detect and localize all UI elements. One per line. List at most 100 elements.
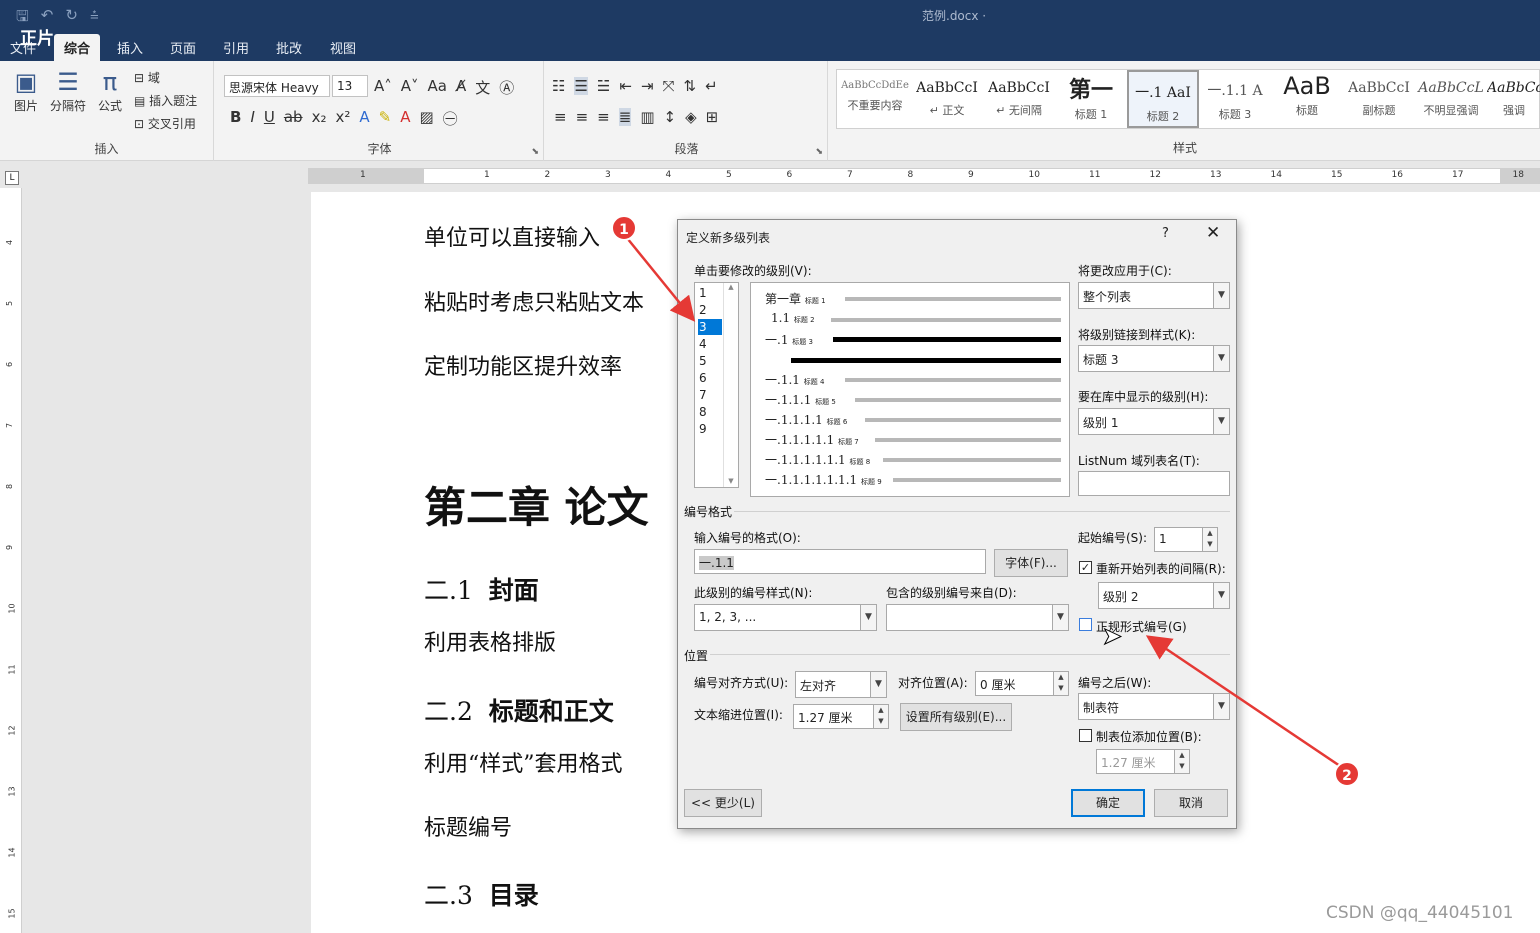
sort-icon[interactable]: ⇅: [684, 77, 697, 95]
style-item[interactable]: AaBbCcL 不明显强调: [1415, 70, 1487, 128]
font-dialog-launcher-icon[interactable]: ⬊: [531, 147, 539, 157]
borders-icon[interactable]: ⊞: [706, 108, 719, 126]
formula-button[interactable]: π 公式: [94, 67, 126, 114]
style-item[interactable]: AaBbCcDdEe 不重要内容: [839, 70, 911, 128]
font-button[interactable]: 字体(F)...: [994, 549, 1068, 577]
level-item[interactable]: 7: [698, 387, 722, 403]
doc-heading-2[interactable]: 二.2 标题和正文: [424, 692, 614, 728]
doc-paragraph[interactable]: 利用表格排版: [424, 625, 556, 657]
include-level-dropdown[interactable]: ▼: [886, 604, 1069, 631]
increase-indent-icon[interactable]: ⇥: [641, 77, 654, 95]
style-item[interactable]: AaBbCcI ↵ 无间隔: [983, 70, 1055, 128]
style-item[interactable]: AaB 标题: [1271, 70, 1343, 128]
style-item[interactable]: 第一 标题 1: [1055, 70, 1127, 128]
field-button[interactable]: ⊟ 域: [134, 69, 160, 86]
customize-icon[interactable]: ⩮: [90, 6, 99, 31]
doc-heading-1[interactable]: 第二章 论文: [424, 474, 649, 535]
cancel-button[interactable]: 取消: [1154, 789, 1228, 817]
underline-icon[interactable]: U: [264, 108, 275, 129]
scroll-down-icon[interactable]: ▼: [724, 477, 738, 485]
level-scrollbar[interactable]: ▲ ▼: [723, 283, 738, 487]
bullets-icon[interactable]: ☷: [552, 77, 565, 95]
tab-view[interactable]: 视图: [330, 38, 356, 57]
align-right-icon[interactable]: ≡: [597, 108, 610, 126]
legal-style-checkbox[interactable]: [1079, 618, 1092, 631]
picture-button[interactable]: ▣ 图片: [8, 67, 44, 114]
level-listbox[interactable]: 1 2 3 4 5 6 7 8 9 ▲ ▼: [694, 282, 739, 488]
align-left-icon[interactable]: ≡: [554, 108, 567, 126]
scroll-up-icon[interactable]: ▲: [724, 283, 738, 291]
follow-number-dropdown[interactable]: 制表符 ▼: [1078, 693, 1230, 720]
gallery-level-dropdown[interactable]: 级别 1 ▼: [1078, 408, 1230, 435]
level-item[interactable]: 4: [698, 336, 722, 352]
level-item[interactable]: 2: [698, 302, 722, 318]
change-case-icon[interactable]: Aa: [428, 77, 447, 98]
doc-paragraph[interactable]: 粘贴时考虑只粘贴文本: [424, 285, 644, 317]
doc-heading-2[interactable]: 二.1 封面: [424, 571, 539, 607]
level-item[interactable]: 1: [698, 285, 722, 301]
help-icon[interactable]: ?: [1162, 226, 1169, 241]
horizontal-ruler[interactable]: L 1 1 2 3 4 5 6 7 8 9 10 11 12 13 14 15 16 17 18: [0, 162, 1540, 188]
tab-selector-icon[interactable]: L: [5, 171, 19, 185]
style-item[interactable]: AaBbCcI 副标题: [1343, 70, 1415, 128]
numbering-icon[interactable]: ☰: [574, 77, 588, 95]
style-item[interactable]: AaBbCc 强调: [1487, 70, 1540, 128]
restart-level-dropdown[interactable]: 级别 2 ▼: [1098, 582, 1230, 609]
clear-format-icon[interactable]: A̸: [456, 77, 466, 98]
level-item[interactable]: 8: [698, 404, 722, 420]
doc-heading-2[interactable]: 二.3 目录: [424, 876, 539, 912]
decrease-indent-icon[interactable]: ⇤: [619, 77, 632, 95]
subscript-icon[interactable]: x₂: [312, 108, 327, 129]
number-format-field[interactable]: 一.1.1: [694, 549, 986, 574]
multilevel-list-icon[interactable]: ☱: [597, 77, 610, 95]
paragraph-dialog-launcher-icon[interactable]: ⬊: [815, 147, 823, 157]
doc-paragraph[interactable]: 单位可以直接输入: [424, 220, 600, 252]
spinner-arrows-icon[interactable]: ▲ ▼: [1202, 528, 1217, 551]
tab-stop-spinner[interactable]: 1.27 厘米 ▲ ▼: [1096, 749, 1190, 774]
level-item[interactable]: 5: [698, 353, 722, 369]
doc-paragraph[interactable]: 定制功能区提升效率: [424, 349, 622, 381]
font-color-icon[interactable]: A: [400, 108, 410, 129]
font-size-combo[interactable]: 13: [332, 75, 368, 97]
show-marks-icon[interactable]: ↵: [705, 77, 718, 95]
set-all-levels-button[interactable]: 设置所有级别(E)...: [900, 703, 1012, 731]
tab-general[interactable]: 综合: [54, 34, 101, 63]
spinner-arrows-icon[interactable]: ▲ ▼: [1174, 750, 1189, 773]
tab-stop-checkbox[interactable]: [1079, 729, 1092, 742]
indent-spinner[interactable]: 1.27 厘米 ▲ ▼: [793, 704, 889, 729]
restart-checkbox[interactable]: ✓: [1079, 561, 1092, 574]
superscript-icon[interactable]: x²: [335, 108, 350, 129]
ok-button[interactable]: 确定: [1071, 789, 1145, 817]
aligned-at-spinner[interactable]: 0 厘米 ▲ ▼: [975, 671, 1069, 696]
close-icon[interactable]: ✕: [1206, 223, 1220, 243]
insert-caption-button[interactable]: ▤ 插入题注: [134, 92, 197, 109]
spinner-arrows-icon[interactable]: ▲ ▼: [873, 705, 888, 728]
alignment-dropdown[interactable]: 左对齐 ▼: [795, 671, 887, 698]
phonetic-icon[interactable]: 文: [475, 77, 490, 98]
strikethrough-icon[interactable]: ab: [284, 108, 303, 129]
shrink-font-icon[interactable]: A˅: [401, 77, 419, 98]
distribute-icon[interactable]: ▥: [640, 108, 654, 126]
bold-icon[interactable]: B: [230, 108, 241, 129]
less-button[interactable]: << 更少(L): [684, 789, 762, 817]
char-shading-icon[interactable]: ▨: [419, 108, 433, 129]
char-border-icon[interactable]: Ⓐ: [499, 77, 514, 98]
style-item-selected[interactable]: 一.1 AaI 标题 2: [1127, 70, 1199, 128]
style-item[interactable]: AaBbCcI ↵ 正文: [911, 70, 983, 128]
align-center-icon[interactable]: ≡: [576, 108, 589, 126]
doc-paragraph[interactable]: 标题编号: [424, 810, 512, 842]
level-item[interactable]: 6: [698, 370, 722, 386]
tab-page[interactable]: 页面: [170, 38, 196, 57]
grow-font-icon[interactable]: A˄: [374, 77, 392, 98]
line-spacing-icon[interactable]: ↕: [664, 108, 677, 126]
level-item-selected[interactable]: 3: [698, 319, 722, 335]
enclose-char-icon[interactable]: ㊀: [443, 108, 458, 129]
justify-icon[interactable]: ≣: [618, 108, 632, 126]
asian-layout-icon[interactable]: ⤧: [663, 77, 675, 95]
redo-icon[interactable]: ↻: [65, 6, 78, 31]
separator-button[interactable]: ☰ 分隔符: [48, 67, 88, 114]
tab-insert[interactable]: 插入: [117, 38, 143, 57]
italic-icon[interactable]: I: [250, 108, 254, 129]
tab-review[interactable]: 批改: [276, 38, 302, 57]
shading-icon[interactable]: ◈: [685, 108, 697, 126]
